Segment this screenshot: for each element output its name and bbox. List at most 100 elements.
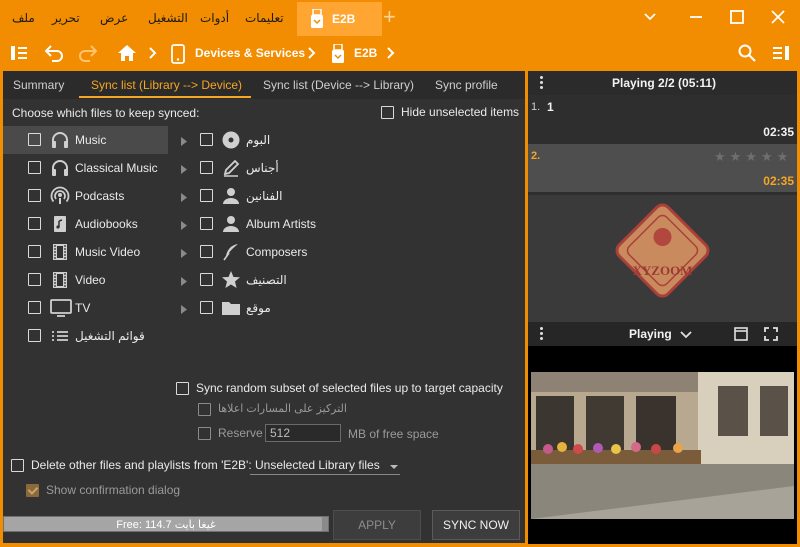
- checkbox[interactable]: [11, 459, 24, 473]
- menu-tools[interactable]: أدوات: [200, 11, 229, 25]
- show-confirmation-checkbox[interactable]: Show confirmation dialog: [26, 483, 180, 498]
- list-item-composers[interactable]: Composers: [200, 238, 360, 266]
- checkbox[interactable]: [381, 106, 394, 120]
- star-icon: [221, 270, 241, 293]
- delete-mode-select[interactable]: Unselected Library files: [250, 455, 400, 475]
- checkbox[interactable]: [200, 245, 213, 258]
- search-icon[interactable]: [738, 44, 756, 65]
- checkbox[interactable]: [28, 189, 41, 202]
- list-item-music-video[interactable]: Music Video: [3, 238, 187, 266]
- nav-bar: Devices & Services E2B: [0, 36, 800, 70]
- forward-icon[interactable]: [78, 44, 98, 65]
- more-options-icon[interactable]: [540, 76, 544, 91]
- reserve-input[interactable]: 512: [265, 424, 341, 442]
- choose-files-label: Choose which files to keep synced:: [12, 106, 200, 120]
- title-bar: ملف تحرير عرض التشغيل أدوات تعليمات E2B …: [0, 0, 800, 36]
- breadcrumb-chevron-icon[interactable]: [387, 47, 395, 62]
- list-item-album[interactable]: البوم: [200, 126, 360, 154]
- sync-now-button[interactable]: SYNC NOW: [432, 510, 520, 540]
- list-item-genres[interactable]: أجناس: [200, 154, 360, 182]
- tab-sync-device-to-library[interactable]: Sync list (Device --> Library): [263, 78, 414, 92]
- checkbox[interactable]: [28, 161, 41, 174]
- more-options-icon[interactable]: [540, 327, 544, 342]
- window-mode-icon[interactable]: [734, 327, 748, 344]
- list-item-artists[interactable]: الفنانين: [200, 182, 360, 210]
- headphones-icon: [50, 130, 70, 153]
- list-item-rating[interactable]: التصنيف: [200, 266, 360, 294]
- new-tab-button[interactable]: +: [383, 6, 396, 28]
- chevron-down-icon[interactable]: [680, 329, 692, 343]
- expand-arrow-icon[interactable]: [181, 191, 187, 205]
- expand-arrow-icon[interactable]: [181, 247, 187, 261]
- fullscreen-icon[interactable]: [764, 327, 778, 344]
- home-icon[interactable]: [117, 44, 137, 65]
- checkbox[interactable]: [200, 189, 213, 202]
- close-icon[interactable]: [770, 9, 786, 28]
- checkbox[interactable]: [200, 273, 213, 286]
- list-item-video[interactable]: Video: [3, 266, 187, 294]
- reserve-checkbox[interactable]: Reserve: [198, 426, 263, 441]
- delete-other-files-checkbox[interactable]: Delete other files and playlists from 'E…: [11, 458, 252, 473]
- back-icon[interactable]: [44, 44, 64, 65]
- sidebar-toggle-icon[interactable]: [10, 44, 28, 65]
- list-item-playlists[interactable]: قوائم التشغيل: [3, 322, 168, 350]
- checkbox[interactable]: [198, 427, 211, 441]
- expand-arrow-icon[interactable]: [181, 219, 187, 233]
- list-item-audiobooks[interactable]: Audiobooks: [3, 210, 187, 238]
- breadcrumb-devices[interactable]: Devices & Services: [195, 46, 305, 60]
- checkbox[interactable]: [28, 133, 41, 146]
- playing-view-label[interactable]: Playing: [629, 327, 672, 341]
- video-frame[interactable]: [528, 346, 797, 544]
- hide-unselected-checkbox[interactable]: Hide unselected items: [381, 105, 519, 120]
- tab-e2b[interactable]: E2B: [297, 2, 382, 36]
- checkbox[interactable]: [198, 402, 211, 416]
- breadcrumb-e2b[interactable]: E2B: [354, 46, 377, 60]
- expand-arrow-icon[interactable]: [181, 303, 187, 317]
- checkbox[interactable]: [28, 217, 41, 230]
- chevron-down-icon[interactable]: [642, 9, 658, 28]
- tab-sync-profile[interactable]: Sync profile: [435, 78, 498, 92]
- rating-stars[interactable]: ★★★★★: [714, 149, 792, 165]
- quill-icon: [221, 242, 241, 265]
- pen-icon: [221, 158, 241, 181]
- tab-sync-library-to-device[interactable]: Sync list (Library --> Device): [91, 78, 242, 92]
- menu-file[interactable]: ملف: [12, 11, 35, 25]
- checkbox[interactable]: [28, 301, 41, 314]
- menu-edit[interactable]: تحرير: [52, 11, 80, 25]
- checkbox[interactable]: [28, 273, 41, 286]
- film-icon: [50, 270, 70, 293]
- maximize-icon[interactable]: [729, 9, 745, 28]
- list-item-classical-music[interactable]: Classical Music: [3, 154, 187, 182]
- menu-help[interactable]: تعليمات: [245, 11, 284, 25]
- random-subset-checkbox[interactable]: Sync random subset of selected files up …: [176, 381, 503, 396]
- queue-track[interactable]: 1. 1 02:35: [528, 95, 797, 143]
- apply-button[interactable]: APPLY: [333, 510, 421, 540]
- menu-view[interactable]: عرض: [100, 11, 128, 25]
- checkbox[interactable]: [200, 217, 213, 230]
- expand-arrow-icon[interactable]: [181, 163, 187, 177]
- tab-summary[interactable]: Summary: [13, 78, 64, 92]
- checkbox[interactable]: [26, 484, 39, 498]
- checkbox[interactable]: [200, 301, 213, 314]
- expand-arrow-icon[interactable]: [181, 275, 187, 289]
- checkbox[interactable]: [200, 133, 213, 146]
- checkbox[interactable]: [200, 161, 213, 174]
- now-playing-header: Playing 2/2 (05:11): [528, 71, 797, 95]
- list-item-podcasts[interactable]: Podcasts: [3, 182, 187, 210]
- podcast-icon: [50, 186, 70, 209]
- checkbox[interactable]: [28, 329, 41, 342]
- video-image: [528, 346, 797, 544]
- list-item-music[interactable]: Music: [3, 126, 187, 154]
- focus-tracks-checkbox[interactable]: التركيز على المسارات اعلاها: [198, 402, 347, 416]
- queue-track-playing[interactable]: 2. ★★★★★ 02:35: [528, 144, 797, 192]
- list-item-album-artists[interactable]: Album Artists: [200, 210, 360, 238]
- right-panel-toggle-icon[interactable]: [772, 44, 790, 65]
- menu-playback[interactable]: التشغيل: [148, 11, 188, 25]
- logo-text: XYZOOM: [633, 263, 693, 278]
- list-item-tv[interactable]: TV: [3, 294, 187, 322]
- list-item-location[interactable]: موقع: [200, 294, 360, 322]
- checkbox[interactable]: [28, 245, 41, 258]
- minimize-icon[interactable]: [688, 9, 704, 28]
- checkbox[interactable]: [176, 382, 189, 396]
- expand-arrow-icon[interactable]: [181, 135, 187, 149]
